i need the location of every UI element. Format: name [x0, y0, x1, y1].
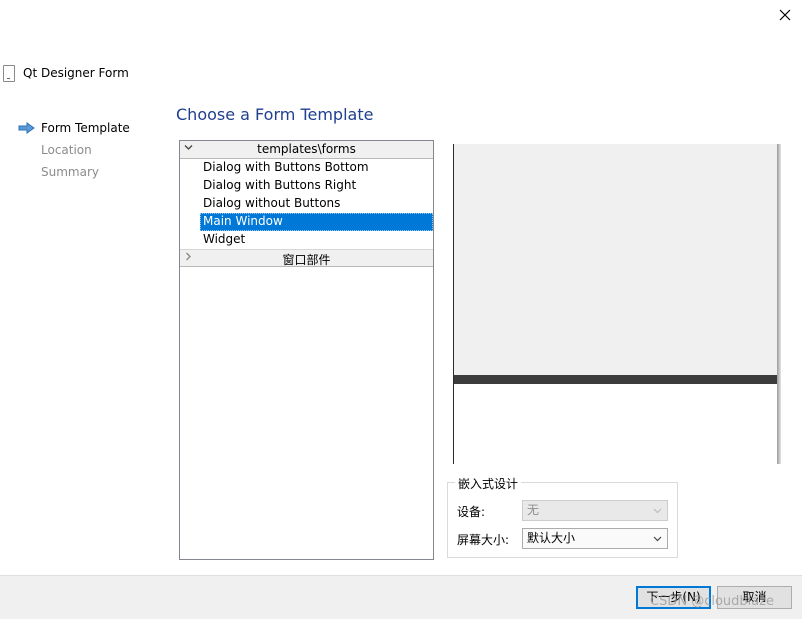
template-item-dialog-buttons-bottom[interactable]: Dialog with Buttons Bottom: [200, 159, 433, 177]
step-location: Location: [41, 143, 92, 157]
close-icon: [779, 9, 791, 21]
right-arrow-icon: [18, 122, 35, 134]
preview-shadow: [777, 144, 781, 464]
preview-toolbar-strip: [454, 375, 777, 384]
screen-size-label: 屏幕大小:: [457, 533, 510, 547]
template-item-widget[interactable]: Widget: [200, 231, 433, 249]
embedded-design-title: 嵌入式设计: [455, 475, 522, 492]
chevron-down-icon[interactable]: [653, 529, 662, 555]
template-item-main-window[interactable]: Main Window: [200, 213, 433, 231]
device-select-value: 无: [527, 503, 540, 517]
template-item-dialog-without-buttons[interactable]: Dialog without Buttons: [200, 195, 433, 213]
page-title: Choose a Form Template: [176, 105, 374, 124]
device-label: 设备:: [457, 505, 486, 519]
tree-group-widgets[interactable]: 窗口部件: [180, 249, 433, 267]
form-document-icon: [3, 65, 15, 82]
tree-group-templates-forms[interactable]: templates\forms: [180, 141, 433, 159]
screen-size-select-value: 默认大小: [527, 531, 576, 545]
screen-size-select[interactable]: 默认大小: [522, 528, 668, 549]
device-select: 无: [522, 500, 668, 521]
preview-central-area: [454, 384, 777, 464]
tree-group-label: 窗口部件: [282, 253, 331, 267]
tree-group-label: templates\forms: [257, 142, 356, 156]
wizard-title: Qt Designer Form: [23, 66, 129, 80]
step-summary: Summary: [41, 165, 99, 179]
watermark-text: CSDN @cloudblaze: [650, 594, 775, 609]
template-tree[interactable]: templates\forms Dialog with Buttons Bott…: [179, 140, 434, 560]
template-item-dialog-buttons-right[interactable]: Dialog with Buttons Right: [200, 177, 433, 195]
close-button[interactable]: [772, 4, 798, 26]
step-form-template: Form Template: [41, 121, 130, 135]
chevron-down-icon: [653, 501, 662, 527]
